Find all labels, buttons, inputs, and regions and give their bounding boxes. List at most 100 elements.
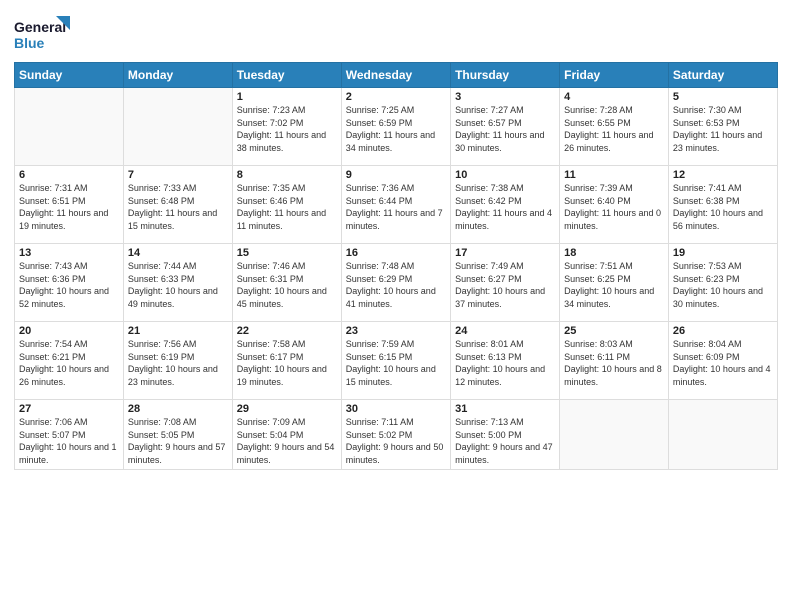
day-cell: [668, 400, 777, 470]
day-info: Sunrise: 8:01 AM Sunset: 6:13 PM Dayligh…: [455, 338, 555, 388]
week-row-2: 13Sunrise: 7:43 AM Sunset: 6:36 PM Dayli…: [15, 244, 778, 322]
day-cell: 14Sunrise: 7:44 AM Sunset: 6:33 PM Dayli…: [123, 244, 232, 322]
calendar-page: GeneralBlue SundayMondayTuesdayWednesday…: [0, 0, 792, 612]
day-cell: 6Sunrise: 7:31 AM Sunset: 6:51 PM Daylig…: [15, 166, 124, 244]
day-info: Sunrise: 7:49 AM Sunset: 6:27 PM Dayligh…: [455, 260, 555, 310]
col-header-friday: Friday: [560, 63, 669, 88]
day-info: Sunrise: 7:44 AM Sunset: 6:33 PM Dayligh…: [128, 260, 228, 310]
day-cell: 7Sunrise: 7:33 AM Sunset: 6:48 PM Daylig…: [123, 166, 232, 244]
day-cell: 3Sunrise: 7:27 AM Sunset: 6:57 PM Daylig…: [451, 88, 560, 166]
day-info: Sunrise: 7:30 AM Sunset: 6:53 PM Dayligh…: [673, 104, 773, 154]
day-number: 15: [237, 247, 337, 259]
day-number: 30: [346, 403, 446, 415]
week-row-4: 27Sunrise: 7:06 AM Sunset: 5:07 PM Dayli…: [15, 400, 778, 470]
week-row-0: 1Sunrise: 7:23 AM Sunset: 7:02 PM Daylig…: [15, 88, 778, 166]
day-number: 22: [237, 325, 337, 337]
day-number: 27: [19, 403, 119, 415]
day-cell: 24Sunrise: 8:01 AM Sunset: 6:13 PM Dayli…: [451, 322, 560, 400]
day-number: 7: [128, 169, 228, 181]
day-cell: 9Sunrise: 7:36 AM Sunset: 6:44 PM Daylig…: [341, 166, 450, 244]
day-cell: 2Sunrise: 7:25 AM Sunset: 6:59 PM Daylig…: [341, 88, 450, 166]
day-info: Sunrise: 7:46 AM Sunset: 6:31 PM Dayligh…: [237, 260, 337, 310]
day-cell: 31Sunrise: 7:13 AM Sunset: 5:00 PM Dayli…: [451, 400, 560, 470]
day-number: 11: [564, 169, 664, 181]
day-cell: 16Sunrise: 7:48 AM Sunset: 6:29 PM Dayli…: [341, 244, 450, 322]
day-number: 5: [673, 91, 773, 103]
day-cell: 26Sunrise: 8:04 AM Sunset: 6:09 PM Dayli…: [668, 322, 777, 400]
day-number: 18: [564, 247, 664, 259]
day-info: Sunrise: 7:08 AM Sunset: 5:05 PM Dayligh…: [128, 416, 228, 466]
day-cell: [15, 88, 124, 166]
day-number: 6: [19, 169, 119, 181]
day-cell: 17Sunrise: 7:49 AM Sunset: 6:27 PM Dayli…: [451, 244, 560, 322]
day-info: Sunrise: 7:48 AM Sunset: 6:29 PM Dayligh…: [346, 260, 446, 310]
day-info: Sunrise: 7:09 AM Sunset: 5:04 PM Dayligh…: [237, 416, 337, 466]
day-info: Sunrise: 7:31 AM Sunset: 6:51 PM Dayligh…: [19, 182, 119, 232]
day-info: Sunrise: 8:03 AM Sunset: 6:11 PM Dayligh…: [564, 338, 664, 388]
col-header-wednesday: Wednesday: [341, 63, 450, 88]
col-header-thursday: Thursday: [451, 63, 560, 88]
day-number: 17: [455, 247, 555, 259]
col-header-monday: Monday: [123, 63, 232, 88]
day-number: 31: [455, 403, 555, 415]
day-cell: 30Sunrise: 7:11 AM Sunset: 5:02 PM Dayli…: [341, 400, 450, 470]
day-info: Sunrise: 7:25 AM Sunset: 6:59 PM Dayligh…: [346, 104, 446, 154]
svg-text:General: General: [14, 19, 66, 35]
week-row-3: 20Sunrise: 7:54 AM Sunset: 6:21 PM Dayli…: [15, 322, 778, 400]
day-info: Sunrise: 7:51 AM Sunset: 6:25 PM Dayligh…: [564, 260, 664, 310]
day-cell: 21Sunrise: 7:56 AM Sunset: 6:19 PM Dayli…: [123, 322, 232, 400]
day-cell: 1Sunrise: 7:23 AM Sunset: 7:02 PM Daylig…: [232, 88, 341, 166]
day-cell: 13Sunrise: 7:43 AM Sunset: 6:36 PM Dayli…: [15, 244, 124, 322]
day-cell: 8Sunrise: 7:35 AM Sunset: 6:46 PM Daylig…: [232, 166, 341, 244]
day-info: Sunrise: 7:28 AM Sunset: 6:55 PM Dayligh…: [564, 104, 664, 154]
day-info: Sunrise: 7:56 AM Sunset: 6:19 PM Dayligh…: [128, 338, 228, 388]
day-number: 14: [128, 247, 228, 259]
day-number: 16: [346, 247, 446, 259]
day-info: Sunrise: 7:23 AM Sunset: 7:02 PM Dayligh…: [237, 104, 337, 154]
col-header-saturday: Saturday: [668, 63, 777, 88]
day-number: 10: [455, 169, 555, 181]
day-number: 2: [346, 91, 446, 103]
day-info: Sunrise: 7:06 AM Sunset: 5:07 PM Dayligh…: [19, 416, 119, 466]
day-number: 24: [455, 325, 555, 337]
day-info: Sunrise: 8:04 AM Sunset: 6:09 PM Dayligh…: [673, 338, 773, 388]
week-row-1: 6Sunrise: 7:31 AM Sunset: 6:51 PM Daylig…: [15, 166, 778, 244]
day-info: Sunrise: 7:33 AM Sunset: 6:48 PM Dayligh…: [128, 182, 228, 232]
day-info: Sunrise: 7:27 AM Sunset: 6:57 PM Dayligh…: [455, 104, 555, 154]
logo: GeneralBlue: [14, 14, 74, 56]
day-info: Sunrise: 7:36 AM Sunset: 6:44 PM Dayligh…: [346, 182, 446, 232]
day-number: 29: [237, 403, 337, 415]
day-cell: 10Sunrise: 7:38 AM Sunset: 6:42 PM Dayli…: [451, 166, 560, 244]
day-number: 3: [455, 91, 555, 103]
header: GeneralBlue: [14, 10, 778, 56]
day-number: 25: [564, 325, 664, 337]
day-info: Sunrise: 7:41 AM Sunset: 6:38 PM Dayligh…: [673, 182, 773, 232]
day-cell: 20Sunrise: 7:54 AM Sunset: 6:21 PM Dayli…: [15, 322, 124, 400]
day-info: Sunrise: 7:59 AM Sunset: 6:15 PM Dayligh…: [346, 338, 446, 388]
day-info: Sunrise: 7:58 AM Sunset: 6:17 PM Dayligh…: [237, 338, 337, 388]
day-cell: 23Sunrise: 7:59 AM Sunset: 6:15 PM Dayli…: [341, 322, 450, 400]
day-info: Sunrise: 7:39 AM Sunset: 6:40 PM Dayligh…: [564, 182, 664, 232]
day-cell: [560, 400, 669, 470]
day-number: 8: [237, 169, 337, 181]
day-cell: [123, 88, 232, 166]
day-cell: 15Sunrise: 7:46 AM Sunset: 6:31 PM Dayli…: [232, 244, 341, 322]
day-number: 4: [564, 91, 664, 103]
day-cell: 29Sunrise: 7:09 AM Sunset: 5:04 PM Dayli…: [232, 400, 341, 470]
svg-text:Blue: Blue: [14, 35, 45, 51]
day-number: 1: [237, 91, 337, 103]
day-cell: 11Sunrise: 7:39 AM Sunset: 6:40 PM Dayli…: [560, 166, 669, 244]
day-cell: 18Sunrise: 7:51 AM Sunset: 6:25 PM Dayli…: [560, 244, 669, 322]
day-number: 19: [673, 247, 773, 259]
day-info: Sunrise: 7:11 AM Sunset: 5:02 PM Dayligh…: [346, 416, 446, 466]
day-number: 28: [128, 403, 228, 415]
day-number: 20: [19, 325, 119, 337]
day-cell: 25Sunrise: 8:03 AM Sunset: 6:11 PM Dayli…: [560, 322, 669, 400]
day-cell: 22Sunrise: 7:58 AM Sunset: 6:17 PM Dayli…: [232, 322, 341, 400]
day-info: Sunrise: 7:43 AM Sunset: 6:36 PM Dayligh…: [19, 260, 119, 310]
day-number: 23: [346, 325, 446, 337]
day-number: 9: [346, 169, 446, 181]
day-number: 12: [673, 169, 773, 181]
day-info: Sunrise: 7:13 AM Sunset: 5:00 PM Dayligh…: [455, 416, 555, 466]
col-header-sunday: Sunday: [15, 63, 124, 88]
